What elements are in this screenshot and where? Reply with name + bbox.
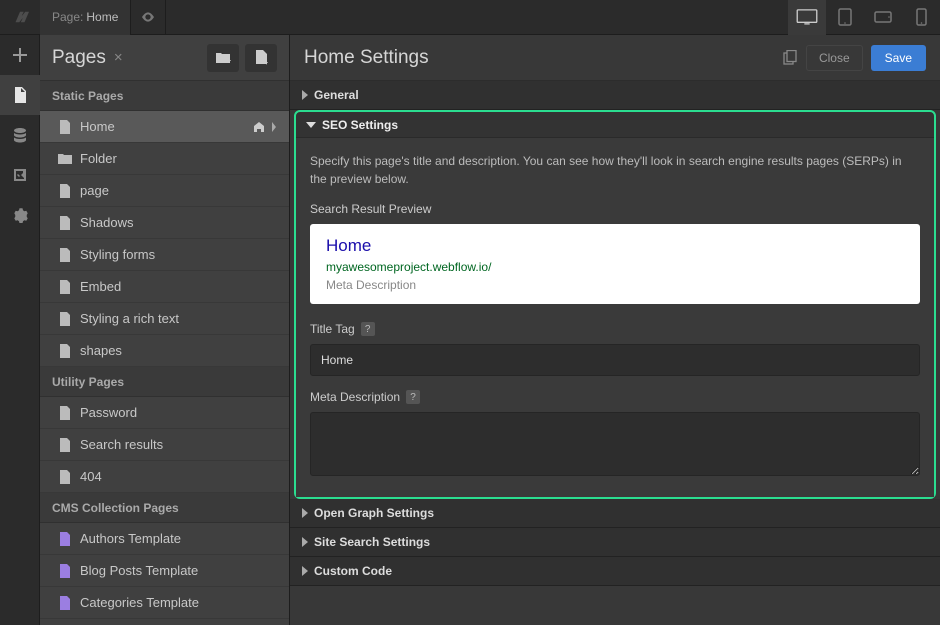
sidebar-item-search-results[interactable]: Search results [40, 429, 289, 461]
new-page-button[interactable]: + [245, 44, 277, 72]
sidebar-item-page[interactable]: page [40, 175, 289, 207]
cms-page-icon [58, 596, 72, 610]
serp-url: myawesomeproject.webflow.io/ [326, 260, 904, 274]
chevron-right-icon [302, 90, 308, 100]
sidebar-title: Pages [52, 47, 106, 69]
breakpoint-phone[interactable] [902, 0, 940, 35]
title-tag-label: Title Tag [310, 322, 355, 336]
section-label: Open Graph Settings [314, 506, 434, 520]
sidebar-item-password[interactable]: Password [40, 397, 289, 429]
meta-description-input[interactable] [310, 412, 920, 476]
sidebar-item-label: Authors Template [80, 531, 181, 546]
save-button[interactable]: Save [871, 45, 926, 71]
page-icon [58, 248, 72, 262]
page-indicator-label: Page: [52, 10, 83, 24]
section-label: SEO Settings [322, 118, 398, 132]
home-icon [253, 121, 265, 133]
folder-icon [58, 152, 72, 166]
pages-panel-button[interactable] [0, 75, 40, 115]
page-icon [58, 344, 72, 358]
page-icon [58, 184, 72, 198]
page-icon [58, 470, 72, 484]
chevron-right-icon [302, 566, 308, 576]
page-icon [58, 216, 72, 230]
sidebar-item-label: Search results [80, 437, 163, 452]
cms-page-icon [58, 564, 72, 578]
section-label: Custom Code [314, 564, 392, 578]
section-label: Site Search Settings [314, 535, 430, 549]
meta-description-label: Meta Description [310, 390, 400, 404]
svg-text:+: + [227, 56, 231, 65]
sidebar-item-label: Folder [80, 151, 117, 166]
serp-preview-label: Search Result Preview [310, 202, 920, 216]
page-icon [58, 312, 72, 326]
cms-panel-button[interactable] [0, 115, 40, 155]
chevron-right-icon [302, 537, 308, 547]
page-icon [58, 406, 72, 420]
breakpoint-desktop[interactable] [788, 0, 826, 35]
sidebar-item-404[interactable]: 404 [40, 461, 289, 493]
section-static-pages: Static Pages [40, 81, 289, 111]
sidebar-item-label: page [80, 183, 109, 198]
serp-title: Home [326, 236, 904, 256]
sidebar-item-label: Styling a rich text [80, 311, 179, 326]
sidebar-item-folder[interactable]: Folder [40, 143, 289, 175]
sidebar-item-label: Blog Posts Template [80, 563, 198, 578]
section-label: General [314, 88, 359, 102]
sidebar-item-home[interactable]: Home [40, 111, 289, 143]
sidebar-item-label: shapes [80, 343, 122, 358]
sidebar-close[interactable]: × [114, 49, 123, 66]
settings-panel-button[interactable] [0, 195, 40, 235]
page-indicator-name: Home [86, 10, 118, 24]
duplicate-page-icon[interactable] [783, 50, 798, 65]
sidebar-item-styling-rich-text[interactable]: Styling a rich text [40, 303, 289, 335]
sidebar-item-shadows[interactable]: Shadows [40, 207, 289, 239]
sidebar-item-shapes[interactable]: shapes [40, 335, 289, 367]
close-button[interactable]: Close [806, 45, 863, 71]
sidebar-item-embed[interactable]: Embed [40, 271, 289, 303]
sidebar-item-authors-template[interactable]: Authors Template [40, 523, 289, 555]
page-title: Home Settings [304, 47, 429, 69]
page-icon [58, 120, 72, 134]
sidebar-item-label: Password [80, 405, 137, 420]
sidebar-item-categories-template[interactable]: Categories Template [40, 587, 289, 619]
sidebar-item-blog-posts-template[interactable]: Blog Posts Template [40, 555, 289, 587]
sidebar-item-label: Shadows [80, 215, 133, 230]
serp-meta: Meta Description [326, 278, 904, 292]
new-folder-button[interactable]: + [207, 44, 239, 72]
help-icon[interactable]: ? [361, 322, 375, 336]
add-panel-button[interactable] [0, 35, 40, 75]
sidebar-item-label: 404 [80, 469, 102, 484]
section-seo[interactable]: SEO Settings [296, 112, 934, 138]
cms-page-icon [58, 532, 72, 546]
sidebar-item-label: Categories Template [80, 595, 199, 610]
help-icon[interactable]: ? [406, 390, 420, 404]
sidebar-item-styling-forms[interactable]: Styling forms [40, 239, 289, 271]
section-custom-code[interactable]: Custom Code [290, 557, 940, 586]
preview-toggle[interactable] [131, 0, 166, 35]
breakpoint-phone-landscape[interactable] [864, 0, 902, 35]
assets-panel-button[interactable] [0, 155, 40, 195]
chevron-down-icon [306, 122, 316, 128]
page-icon [58, 280, 72, 294]
chevron-right-icon [302, 508, 308, 518]
sidebar-item-label: Styling forms [80, 247, 155, 262]
seo-description: Specify this page's title and descriptio… [310, 152, 920, 188]
sidebar-item-label: Home [80, 119, 115, 134]
sidebar-item-label: Embed [80, 279, 121, 294]
section-utility-pages: Utility Pages [40, 367, 289, 397]
serp-preview: Home myawesomeproject.webflow.io/ Meta D… [310, 224, 920, 304]
svg-text:+: + [264, 58, 268, 66]
breakpoint-tablet[interactable] [826, 0, 864, 35]
page-icon [58, 438, 72, 452]
title-tag-input[interactable] [310, 344, 920, 376]
webflow-logo[interactable] [0, 0, 40, 35]
section-general[interactable]: General [290, 81, 940, 110]
section-cms-pages: CMS Collection Pages [40, 493, 289, 523]
page-indicator[interactable]: Page: Home [40, 0, 131, 35]
section-site-search[interactable]: Site Search Settings [290, 528, 940, 557]
chevron-right-icon [271, 122, 277, 132]
section-open-graph[interactable]: Open Graph Settings [290, 499, 940, 528]
